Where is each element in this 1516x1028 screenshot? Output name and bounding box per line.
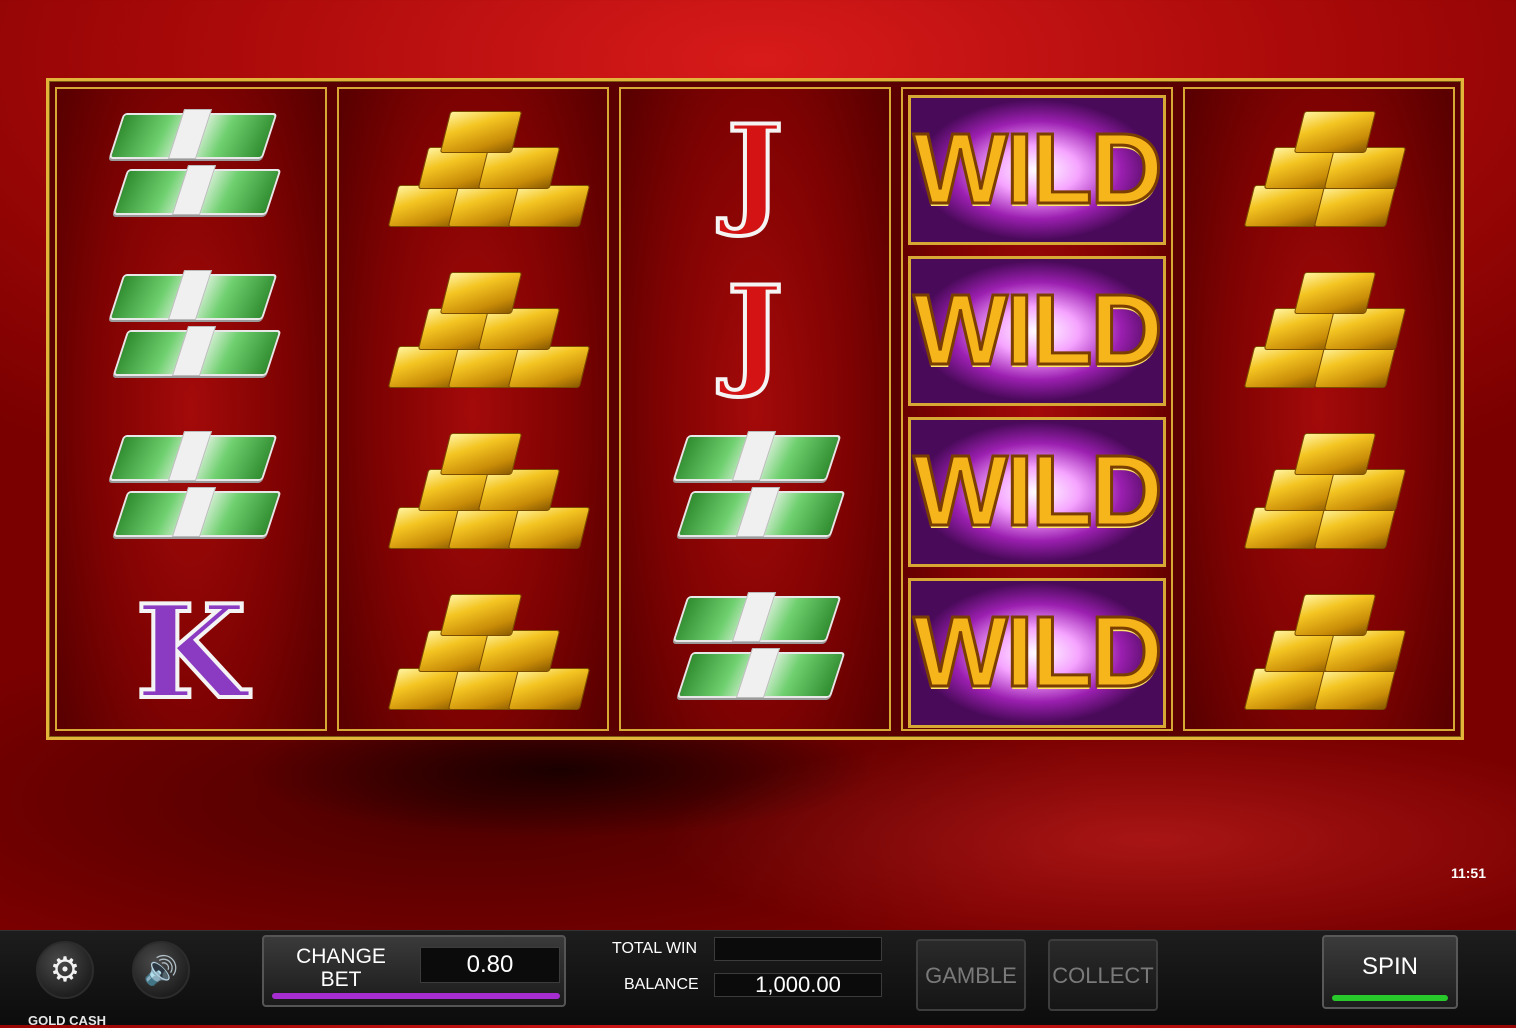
speaker-icon: 🔊 xyxy=(143,954,179,986)
wild-symbol: WILD xyxy=(908,255,1166,406)
money-stack-symbol xyxy=(106,105,282,235)
total-win-label: TOTAL WIN xyxy=(612,940,698,957)
money-stack-symbol xyxy=(106,266,282,396)
change-bet-label: CHANGE BET xyxy=(296,945,386,991)
bet-bar xyxy=(272,993,560,999)
jack-symbol: J xyxy=(725,259,786,401)
gold-bars-symbol xyxy=(1219,105,1419,235)
spin-bar xyxy=(1332,995,1448,1001)
reel-cell xyxy=(57,250,325,411)
spin-label: SPIN xyxy=(1361,953,1418,980)
gear-icon: ⚙ xyxy=(49,951,81,989)
spin-button[interactable]: SPIN xyxy=(1322,935,1458,1009)
gold-bars-symbol xyxy=(373,266,591,396)
jack-symbol: J xyxy=(725,98,786,240)
total-win-value xyxy=(714,937,882,961)
reel-cell xyxy=(57,89,325,250)
sound-button[interactable]: 🔊 xyxy=(132,941,190,999)
money-stack-symbol xyxy=(670,588,846,718)
gamble-button[interactable]: GAMBLE xyxy=(916,939,1026,1011)
gold-bars-symbol xyxy=(1219,266,1419,396)
money-stack-symbol xyxy=(106,427,282,557)
reel-2 xyxy=(337,87,609,731)
control-bar: ⚙ 🔊 GOLD CASH CHANGE BET 0.80 TOTAL WIN … xyxy=(0,930,1516,1028)
reel-cell xyxy=(621,572,889,733)
balance-label: BALANCE xyxy=(624,976,699,993)
king-symbol: K xyxy=(133,577,248,728)
reel-cell xyxy=(339,572,607,733)
clock: 11:51 xyxy=(1450,865,1486,881)
reel-cell: J xyxy=(621,250,889,411)
collect-button[interactable]: COLLECT xyxy=(1048,939,1158,1011)
reel-cell xyxy=(339,250,607,411)
reel-cell xyxy=(621,411,889,572)
reel-cell xyxy=(1185,572,1453,733)
gold-bars-symbol xyxy=(373,105,591,235)
change-bet-button[interactable]: CHANGE BET 0.80 xyxy=(262,935,566,1007)
reel-cell xyxy=(1185,411,1453,572)
reel-cell xyxy=(339,411,607,572)
reel-cell: WILD xyxy=(903,572,1171,733)
game-title: GOLD CASH xyxy=(28,1013,106,1028)
reel-5 xyxy=(1183,87,1455,731)
wild-symbol: WILD xyxy=(908,577,1166,728)
gold-bars-symbol xyxy=(1219,588,1419,718)
wild-symbol: WILD xyxy=(908,416,1166,567)
wild-text: WILD xyxy=(912,595,1164,710)
reel-cell: WILD xyxy=(903,89,1171,250)
wild-text: WILD xyxy=(912,273,1164,388)
reel-cell: J xyxy=(621,89,889,250)
reel-4: WILD WILD WILD WILD xyxy=(901,87,1173,731)
reel-1: K xyxy=(55,87,327,731)
money-stack-symbol xyxy=(670,427,846,557)
reel-cell: WILD xyxy=(903,250,1171,411)
wild-text: WILD xyxy=(912,434,1164,549)
bet-value: 0.80 xyxy=(420,947,560,983)
reel-cell xyxy=(1185,250,1453,411)
reel-3: J J xyxy=(619,87,891,731)
reels-frame: K J J WILD WILD WILD WILD xyxy=(46,78,1464,740)
wild-symbol: WILD xyxy=(908,94,1166,245)
reel-cell xyxy=(57,411,325,572)
gold-bars-symbol xyxy=(1219,427,1419,557)
reel-cell: K xyxy=(57,572,325,733)
reel-cell xyxy=(1185,89,1453,250)
balance-value: 1,000.00 xyxy=(714,973,882,997)
gold-bars-symbol xyxy=(373,588,591,718)
wild-text: WILD xyxy=(912,112,1164,227)
reel-cell: WILD xyxy=(903,411,1171,572)
settings-button[interactable]: ⚙ xyxy=(36,941,94,999)
gold-bars-symbol xyxy=(373,427,591,557)
reel-cell xyxy=(339,89,607,250)
